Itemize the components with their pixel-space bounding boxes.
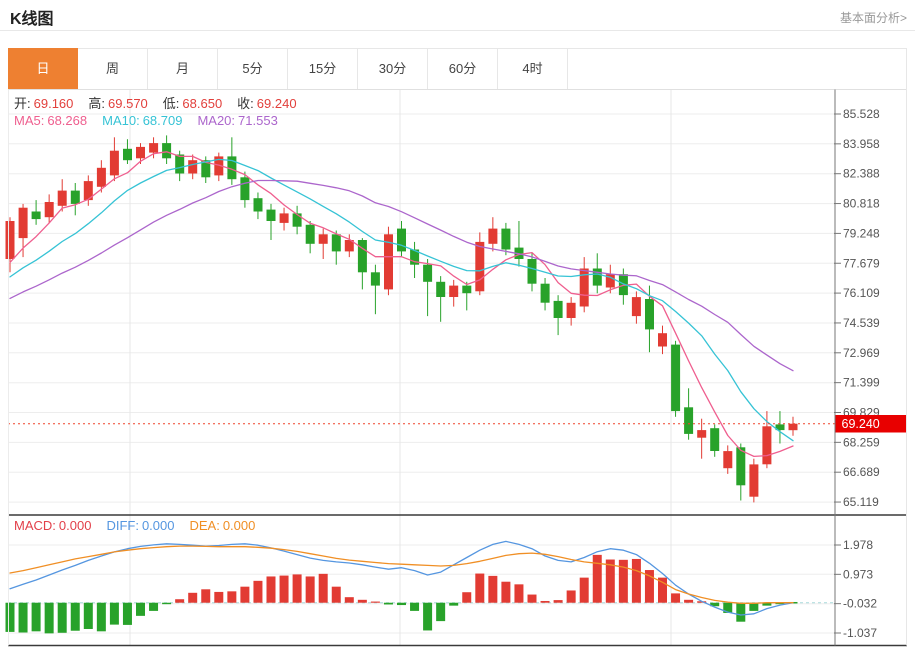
readout-label: MA5:	[14, 113, 44, 128]
main-axis-label: 74.539	[843, 316, 880, 330]
readout-value: 68.709	[143, 113, 183, 128]
macd-axis: 1.978 0.973 -0.032 -1.037	[834, 538, 877, 640]
macd-gridlines	[8, 545, 835, 633]
main-axis-label: 65.119	[843, 495, 879, 509]
main-axis-label: 79.248	[843, 226, 880, 240]
readout-label: DIFF:	[106, 518, 139, 533]
readout-value: 69.240	[257, 96, 297, 111]
readout-value: 71.553	[238, 113, 278, 128]
readout-label: 高:	[88, 96, 105, 111]
macd-item: DIFF:0.000	[106, 518, 174, 533]
main-axis-label: 83.958	[843, 137, 880, 151]
readout-label: MACD:	[14, 518, 56, 533]
readout-label: 低:	[163, 96, 180, 111]
ohlc-readout: 开:69.160 高:69.570 低:68.650 收:69.240	[14, 96, 312, 111]
readout-value: 0.000	[223, 518, 256, 533]
readout-value: 68.650	[182, 96, 222, 111]
readout-label: DEA:	[189, 518, 219, 533]
macd-axis-label: -0.032	[843, 597, 877, 611]
readout-value: 0.000	[142, 518, 175, 533]
ohlc-item: 开:69.160	[14, 96, 73, 111]
current-price-value: 69.240	[842, 417, 880, 431]
current-price-tag: 69.240	[836, 415, 907, 433]
readout-label: MA10:	[102, 113, 140, 128]
readout-label: MA20:	[197, 113, 235, 128]
macd-axis-label: -1.037	[843, 626, 877, 640]
readout-value: 0.000	[59, 518, 92, 533]
ma-readout: MA5:68.268 MA10:68.709 MA20:71.553	[14, 113, 293, 128]
ohlc-item: 收:69.240	[237, 96, 296, 111]
ma-item: MA10:68.709	[102, 113, 182, 128]
macd-item: MACD:0.000	[14, 518, 91, 533]
readout-value: 69.160	[34, 96, 74, 111]
main-axis-label: 80.818	[843, 197, 880, 211]
readout-label: 开:	[14, 96, 31, 111]
pane-borders	[8, 48, 907, 646]
main-axis-label: 66.689	[843, 465, 880, 479]
main-axis-label: 72.969	[843, 346, 880, 360]
ohlc-item: 低:68.650	[163, 96, 222, 111]
readout-value: 69.570	[108, 96, 148, 111]
macd-readout: MACD:0.000DIFF:0.000DEA:0.000	[14, 518, 270, 533]
main-price-axis: 85.528 83.958 82.388 80.818 79.248 77.679 76.1…	[834, 107, 880, 509]
macd-axis-label: 0.973	[843, 567, 873, 581]
main-axis-label: 71.399	[843, 376, 880, 390]
main-axis-label: 77.679	[843, 256, 880, 270]
main-axis-label: 68.259	[843, 435, 880, 449]
macd-axis-label: 1.978	[843, 538, 873, 552]
ma-item: MA5:68.268	[14, 113, 87, 128]
main-axis-label: 82.388	[843, 167, 880, 181]
ohlc-item: 高:69.570	[88, 96, 147, 111]
main-axis-label: 85.528	[843, 107, 880, 121]
readout-value: 68.268	[47, 113, 87, 128]
candlestick-series	[6, 135, 798, 502]
readout-label: 收:	[237, 96, 254, 111]
macd-histogram	[6, 555, 798, 634]
ma-item: MA20:71.553	[197, 113, 277, 128]
main-axis-label: 76.109	[843, 286, 880, 300]
macd-item: DEA: 0.000	[189, 518, 255, 533]
